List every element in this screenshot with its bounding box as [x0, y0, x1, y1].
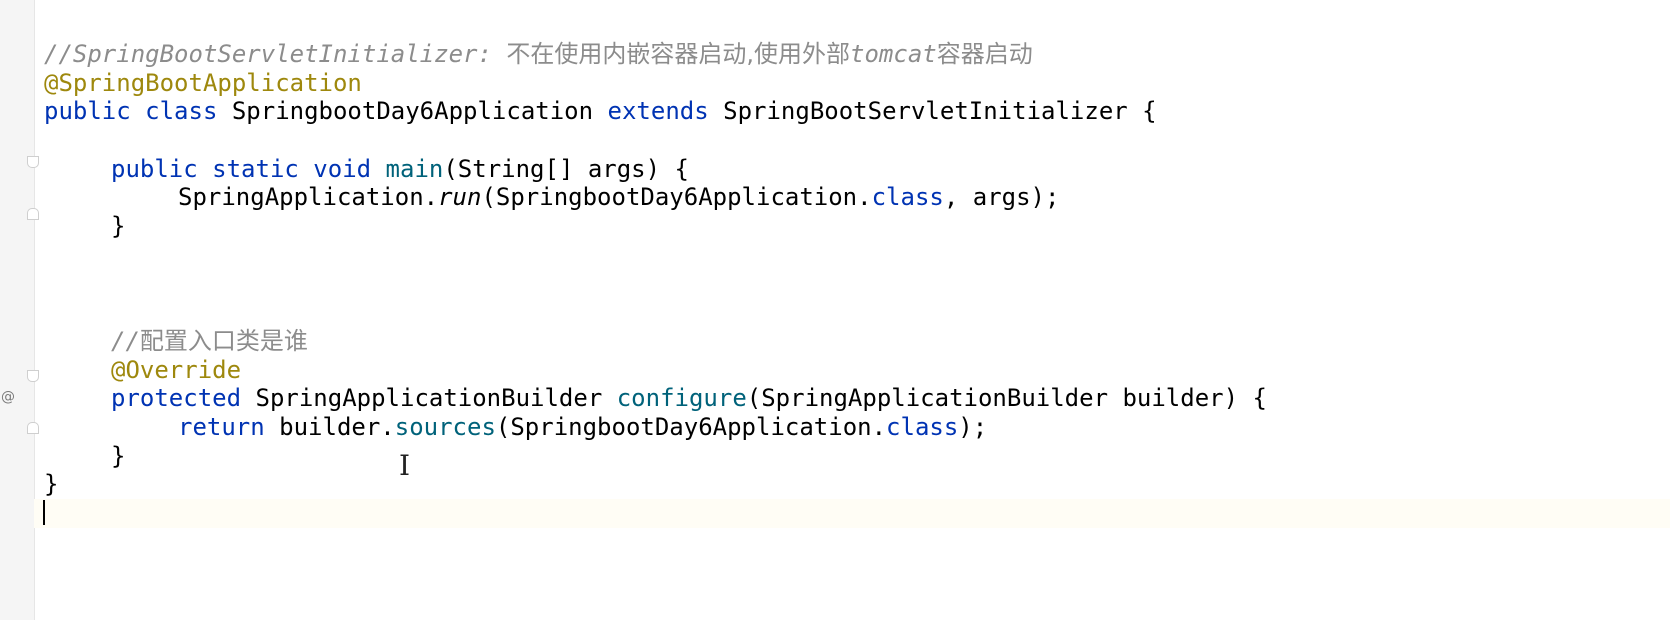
code-line: return builder.sources(SpringbootDay6App…	[44, 413, 1670, 442]
keyword-token: public class	[44, 97, 218, 126]
code-area[interactable]: //SpringBootServletInitializer: 不在使用内嵌容器…	[34, 0, 1670, 528]
code-token: SpringApplication.	[178, 183, 439, 212]
code-line: }	[44, 442, 1670, 471]
code-line: @SpringBootApplication	[44, 69, 1670, 98]
code-token: }	[111, 212, 126, 241]
code-line: protected SpringApplicationBuilder confi…	[44, 384, 1670, 413]
code-token: }	[111, 441, 126, 470]
comment-text: 容器启动	[936, 40, 1033, 68]
comment-text: tomcat	[850, 40, 937, 68]
comment-text: 配置入口类是谁	[139, 326, 308, 355]
fold-close-icon[interactable]	[27, 208, 39, 220]
code-line: //配置入口类是谁	[44, 327, 1670, 356]
code-line: @Override	[44, 356, 1670, 385]
code-line: SpringApplication.run(SpringbootDay6Appl…	[44, 183, 1670, 212]
editor-gutter[interactable]: @	[0, 0, 39, 620]
text-caret	[43, 500, 45, 525]
keyword-token: protected	[111, 384, 242, 413]
code-token: }	[44, 470, 59, 499]
comment-text: //	[111, 326, 140, 355]
code-line: }	[44, 470, 1670, 499]
fold-open-icon[interactable]	[27, 370, 39, 382]
code-token: SpringbootDay6Application	[217, 97, 608, 126]
code-line: public class SpringbootDay6Application e…	[44, 97, 1670, 126]
annotation-token: @Override	[111, 355, 242, 384]
code-token: );	[958, 412, 988, 441]
code-token: (SpringbootDay6Application.	[481, 183, 872, 212]
annotation-token: @SpringBootApplication	[44, 68, 362, 97]
keyword-token: class	[871, 183, 944, 212]
code-token: (SpringApplicationBuilder builder) {	[746, 384, 1267, 413]
code-token: SpringApplicationBuilder	[241, 384, 617, 413]
keyword-token: return	[178, 412, 265, 441]
code-token: (String[] args) {	[443, 154, 689, 183]
fold-open-icon[interactable]	[27, 156, 39, 168]
override-marker-icon[interactable]: @	[1, 389, 15, 405]
comment-text: //SpringBootServletInitializer:	[44, 40, 507, 68]
method-token: main	[385, 154, 444, 183]
code-editor[interactable]: @ //SpringBootServletInitializer: 不在使用内嵌…	[0, 0, 1670, 620]
code-token: , args);	[943, 183, 1060, 212]
comment-text: 不在使用内嵌容器启动,使用外部	[506, 40, 851, 68]
keyword-token: extends	[607, 97, 709, 126]
code-token: builder.	[264, 412, 395, 441]
code-token: SpringBootServletInitializer {	[708, 97, 1157, 126]
method-token: configure	[616, 384, 747, 413]
fold-close-icon[interactable]	[27, 422, 39, 434]
keyword-token: public static void	[111, 154, 372, 183]
code-line: //SpringBootServletInitializer: 不在使用内嵌容器…	[44, 40, 1670, 69]
code-line: public static void main(String[] args) {	[44, 155, 1670, 184]
mouse-ibeam-icon: I	[399, 449, 411, 482]
method-token: run	[438, 183, 482, 212]
current-line[interactable]	[34, 499, 1670, 528]
code-line: }	[44, 212, 1670, 241]
method-token: sources	[394, 412, 496, 441]
code-token: (SpringbootDay6Application.	[495, 412, 887, 441]
keyword-token: class	[886, 412, 959, 441]
